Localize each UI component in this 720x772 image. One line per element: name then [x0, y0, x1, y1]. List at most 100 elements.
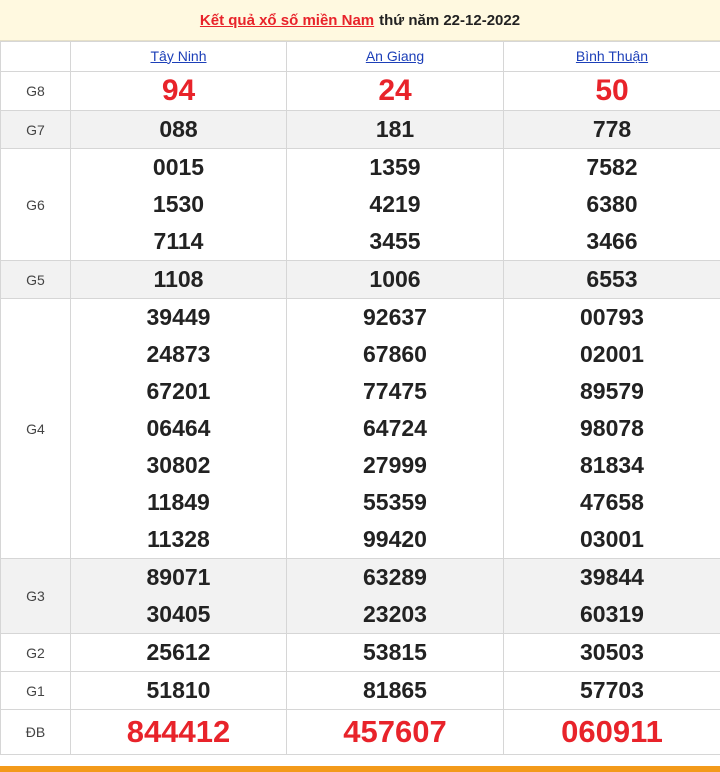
prize-number: 98078 [580, 415, 644, 441]
prize-number: 6380 [586, 191, 638, 217]
prize-cell: 181 [286, 110, 504, 149]
province-link-tay-ninh[interactable]: Tây Ninh [150, 48, 206, 64]
prize-number: 47658 [580, 489, 644, 515]
prize-number: 1530 [152, 191, 205, 217]
prize-cell: 844412 [70, 709, 287, 755]
prize-number: 02001 [580, 341, 644, 367]
prize-number: 63289 [363, 564, 427, 590]
results-title-date: thứ năm 22-12-2022 [379, 11, 521, 29]
prize-number: 81834 [580, 452, 644, 478]
prize-cell: 81865 [286, 671, 504, 710]
special-prize-number: 844412 [126, 714, 231, 749]
prize-label: G6 [0, 148, 71, 261]
prize-cell: 060911 [503, 709, 720, 755]
prize-cell: 53815 [286, 633, 504, 672]
prize-cell: 39844 60319 [503, 558, 720, 634]
special-prize-number: 457607 [343, 714, 447, 749]
prize-row-g6: G6 0015 1530 7114 1359 4219 3455 7582 63… [0, 148, 720, 261]
province-header-cell: An Giang [286, 41, 504, 72]
prize-number: 94 [161, 74, 196, 107]
province-header-cell: Tây Ninh [70, 41, 287, 72]
prize-number: 7582 [586, 154, 638, 180]
bottom-accent-bar [0, 766, 720, 772]
prize-cell: 1359 4219 3455 [286, 148, 504, 261]
prize-cell: 63289 23203 [286, 558, 504, 634]
prize-row-g5: G5 1108 1006 6553 [0, 260, 720, 299]
prize-label: G8 [0, 71, 71, 111]
corner-cell [0, 41, 71, 72]
prize-number: 64724 [363, 415, 427, 441]
prize-number: 89579 [580, 378, 644, 404]
special-prize-number: 060911 [561, 714, 663, 749]
prize-number: 03001 [580, 526, 644, 552]
prize-label: G3 [0, 558, 71, 634]
prize-label: G4 [0, 298, 71, 559]
prize-number: 30503 [580, 639, 644, 665]
prize-number: 99420 [363, 526, 427, 552]
prize-number: 30405 [146, 601, 211, 627]
prize-number: 0015 [152, 154, 205, 180]
prize-cell: 51810 [70, 671, 287, 710]
prize-number: 1006 [369, 266, 421, 292]
results-title: Kết quả xổ số miền Nam thứ năm 22-12-202… [0, 0, 720, 41]
prize-cell: 1006 [286, 260, 504, 299]
prize-row-g1: G1 51810 81865 57703 [0, 671, 720, 710]
prize-cell: 7582 6380 3466 [503, 148, 720, 261]
prize-number: 7114 [153, 228, 204, 254]
prize-row-g4: G4 39449 24873 67201 06464 30802 11849 1… [0, 298, 720, 559]
prize-number: 088 [159, 116, 198, 142]
prize-row-g2: G2 25612 53815 30503 [0, 633, 720, 672]
prize-number: 50 [595, 74, 629, 107]
prize-number: 3466 [586, 228, 638, 254]
prize-cell: 24 [286, 71, 504, 111]
prize-number: 6553 [586, 266, 638, 292]
prize-number: 67201 [146, 378, 211, 404]
prize-number: 81865 [363, 677, 427, 703]
prize-number: 00793 [580, 304, 644, 330]
prize-number: 39449 [146, 304, 211, 330]
province-header-row: Tây Ninh An Giang Bình Thuận [0, 41, 720, 72]
prize-number: 3455 [369, 228, 421, 254]
prize-row-g3: G3 89071 30405 63289 23203 39844 60319 [0, 558, 720, 634]
prize-number: 1108 [153, 266, 204, 292]
lottery-results-page: Kết quả xổ số miền Nam thứ năm 22-12-202… [0, 0, 720, 772]
prize-number: 89071 [146, 564, 211, 590]
prize-number: 06464 [146, 415, 211, 441]
prize-cell: 94 [70, 71, 287, 111]
prize-cell: 39449 24873 67201 06464 30802 11849 1132… [70, 298, 287, 559]
prize-number: 67860 [363, 341, 427, 367]
results-table: Tây Ninh An Giang Bình Thuận G8 94 24 50… [0, 41, 720, 755]
prize-number: 60319 [580, 601, 644, 627]
prize-number: 53815 [363, 639, 427, 665]
prize-number: 1359 [369, 154, 421, 180]
prize-cell: 92637 67860 77475 64724 27999 55359 9942… [286, 298, 504, 559]
prize-label: G5 [0, 260, 71, 299]
prize-label: ĐB [0, 709, 71, 755]
prize-cell: 1108 [70, 260, 287, 299]
prize-cell: 457607 [286, 709, 504, 755]
prize-cell: 25612 [70, 633, 287, 672]
prize-number: 4219 [369, 191, 421, 217]
province-link-an-giang[interactable]: An Giang [366, 48, 424, 64]
prize-number: 55359 [363, 489, 427, 515]
prize-cell: 30503 [503, 633, 720, 672]
results-title-link[interactable]: Kết quả xổ số miền Nam [200, 12, 374, 29]
prize-number: 11328 [147, 526, 210, 552]
prize-number: 24 [378, 74, 412, 107]
prize-number: 778 [592, 116, 632, 142]
prize-cell: 50 [503, 71, 720, 111]
prize-number: 57703 [580, 677, 644, 703]
prize-cell: 778 [503, 110, 720, 149]
prize-number: 181 [375, 116, 415, 142]
prize-label: G2 [0, 633, 71, 672]
province-header-cell: Bình Thuận [503, 41, 720, 72]
prize-cell: 6553 [503, 260, 720, 299]
prize-row-special: ĐB 844412 457607 060911 [0, 709, 720, 755]
prize-number: 92637 [363, 304, 427, 330]
province-link-binh-thuan[interactable]: Bình Thuận [576, 48, 648, 64]
prize-label: G1 [0, 671, 71, 710]
prize-number: 51810 [146, 677, 211, 703]
prize-number: 39844 [580, 564, 644, 590]
prize-number: 25612 [146, 639, 211, 665]
prize-label: G7 [0, 110, 71, 149]
